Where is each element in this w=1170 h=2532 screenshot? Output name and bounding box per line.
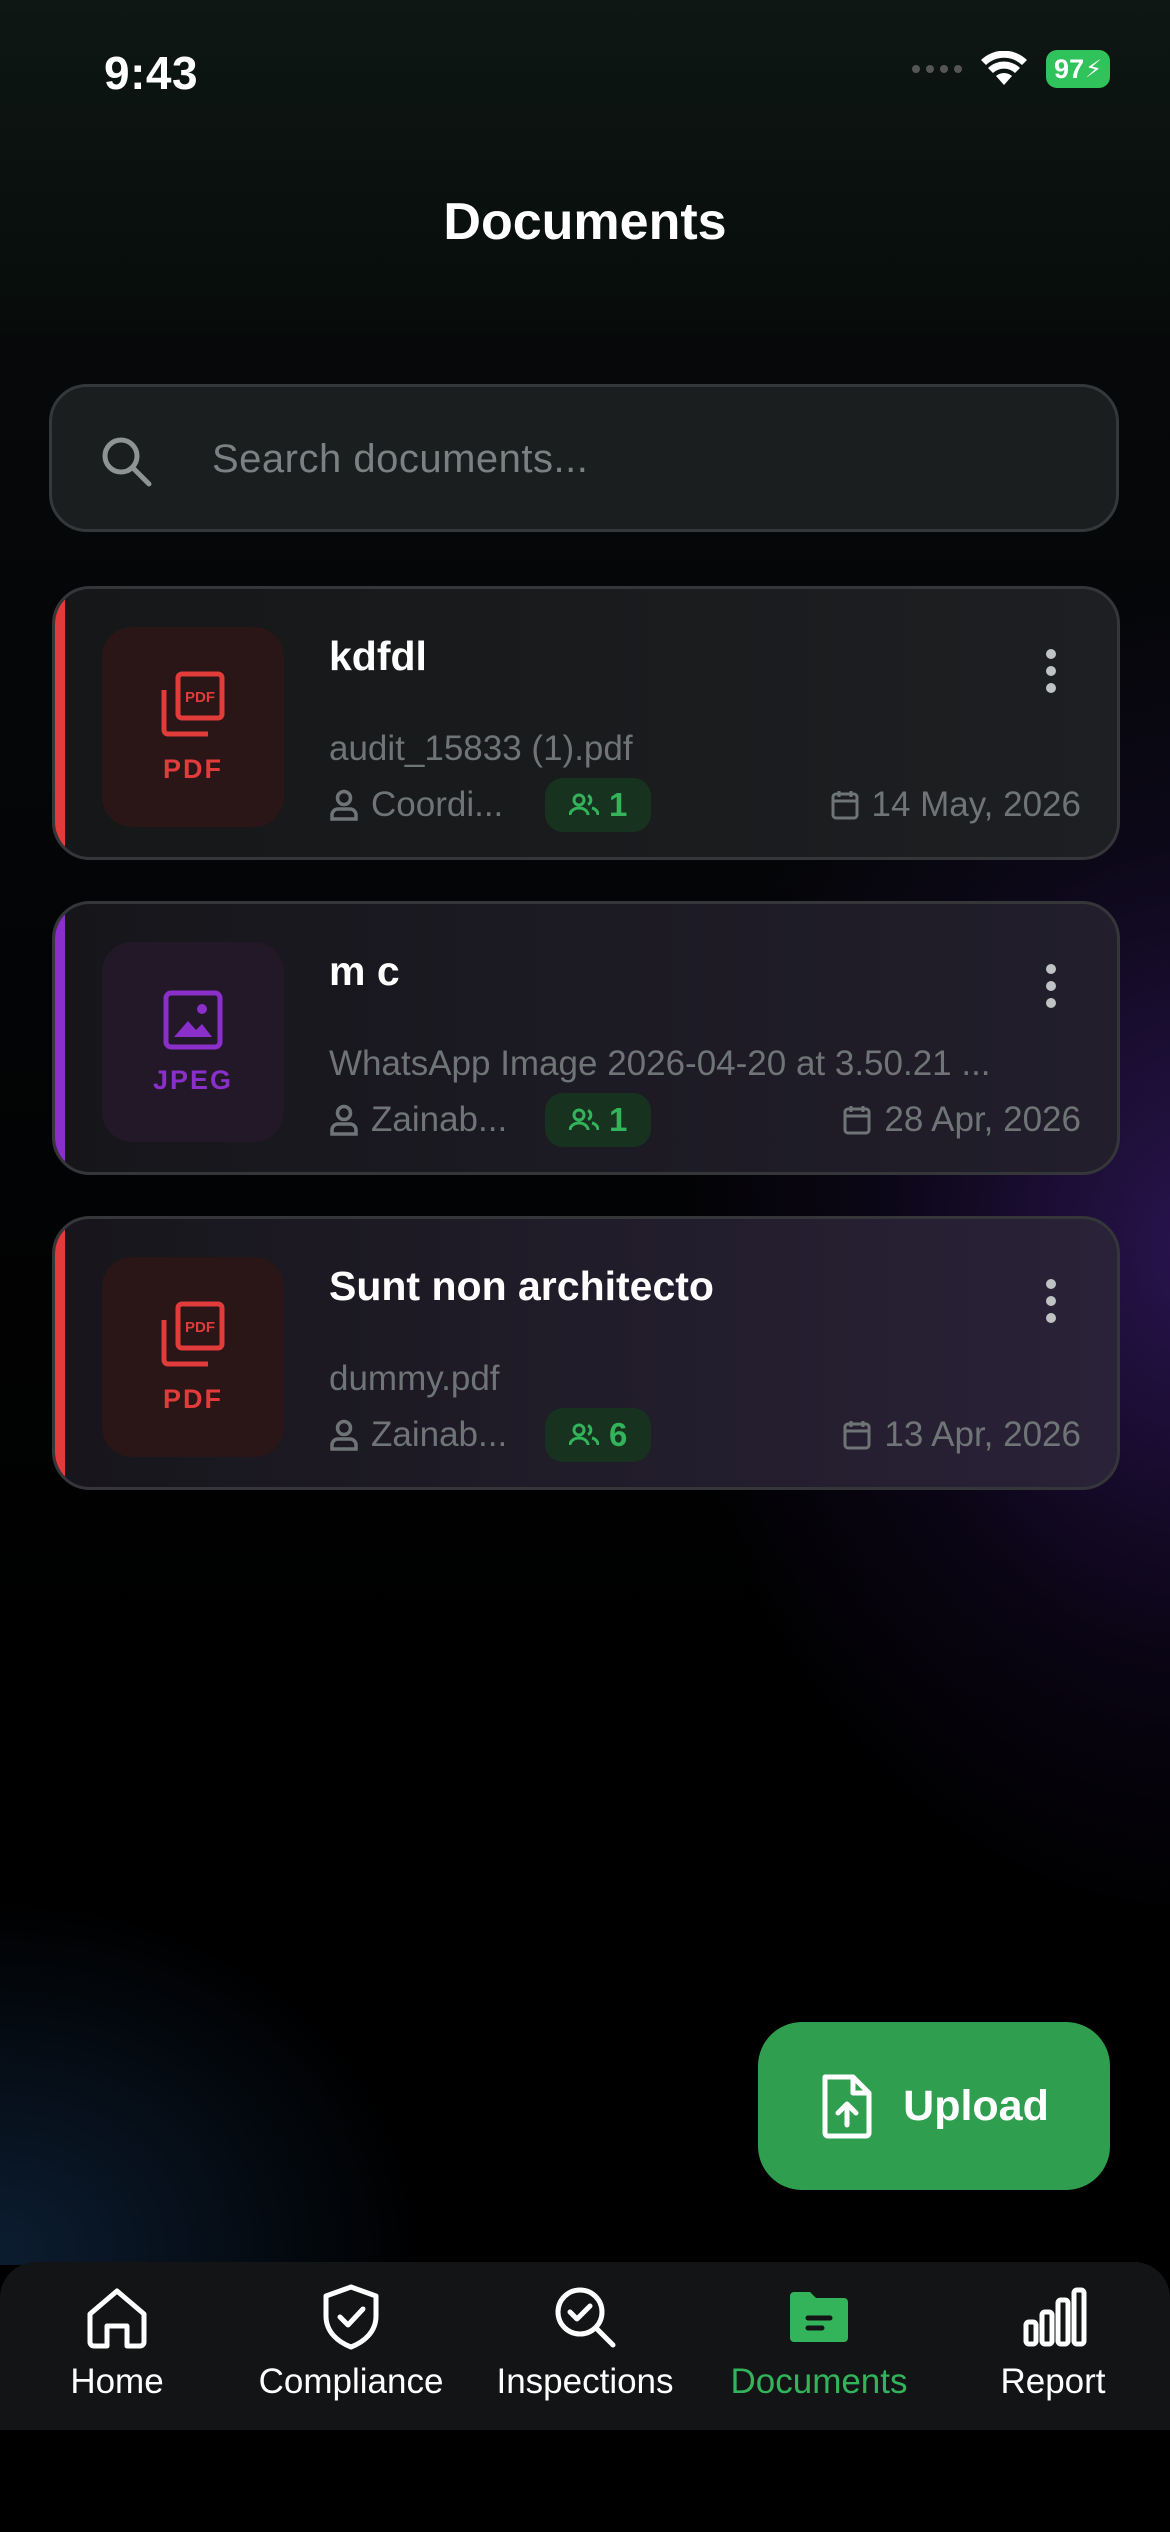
owner-name: Zainab... — [371, 1415, 508, 1454]
person-icon — [330, 789, 358, 821]
nav-item-report[interactable]: Report — [936, 2262, 1170, 2430]
pdf-icon: PDF — [161, 1301, 225, 1366]
document-title: m c — [329, 948, 400, 994]
person-icon — [330, 1419, 358, 1451]
image-icon — [163, 990, 223, 1049]
battery-level: 97 — [1054, 53, 1085, 84]
calendar-icon — [843, 1106, 871, 1135]
document-card[interactable]: PDF PDF kdfdl audit_15833 (1).pdf Coordi… — [52, 586, 1120, 860]
nav-label: Report — [1000, 2362, 1106, 2401]
file-type-label: PDF — [163, 1383, 223, 1414]
file-upload-icon — [822, 2074, 872, 2139]
file-thumbnail: PDF PDF — [102, 1257, 284, 1457]
document-meta: Coordi... 1 14 May, 2026 — [329, 777, 1081, 833]
shared-badge: 1 — [545, 1093, 652, 1147]
date: 13 Apr, 2026 — [842, 1415, 1081, 1455]
nav-label: Inspections — [496, 2362, 674, 2401]
nav-item-home[interactable]: Home — [0, 2262, 234, 2430]
card-accent — [55, 589, 65, 857]
calendar-icon — [831, 791, 858, 820]
shared-badge: 6 — [545, 1408, 652, 1462]
more-options-icon[interactable] — [1045, 964, 1057, 1008]
owner-name: Zainab... — [371, 1100, 508, 1139]
more-options-icon[interactable] — [1045, 649, 1057, 693]
nav-item-inspections[interactable]: Inspections — [468, 2262, 702, 2430]
shield-check-icon — [323, 2284, 379, 2350]
shared-count: 1 — [609, 786, 628, 823]
owner: Zainab... — [329, 1415, 545, 1455]
shared-count: 6 — [609, 1416, 628, 1453]
file-thumbnail: PDF PDF — [102, 627, 284, 827]
owner-name: Coordi... — [371, 785, 504, 824]
search-input[interactable] — [210, 387, 1094, 531]
nav-label: Compliance — [258, 2362, 444, 2401]
card-accent — [55, 1219, 65, 1487]
nav-label: Documents — [730, 2362, 908, 2401]
cellular-signal-icon — [912, 65, 962, 73]
file-type-label: JPEG — [152, 1064, 234, 1095]
svg-text:PDF: PDF — [185, 1319, 215, 1336]
document-title: Sunt non architecto — [329, 1263, 714, 1309]
document-card[interactable]: JPEG m c WhatsApp Image 2026-04-20 at 3.… — [52, 901, 1120, 1175]
search-bar[interactable] — [49, 384, 1119, 532]
home-icon — [87, 2288, 147, 2349]
users-icon — [569, 1423, 599, 1446]
document-meta: Zainab... 1 28 Apr, 2026 — [329, 1092, 1081, 1148]
shared-count: 1 — [609, 1101, 628, 1138]
document-date: 13 Apr, 2026 — [884, 1415, 1081, 1454]
shared-badge: 1 — [545, 778, 652, 832]
document-filename: dummy.pdf — [329, 1359, 500, 1398]
owner: Zainab... — [329, 1100, 545, 1140]
svg-text:PDF: PDF — [185, 689, 215, 706]
pdf-icon: PDF — [161, 671, 225, 736]
more-options-icon[interactable] — [1045, 1279, 1057, 1323]
nav-item-compliance[interactable]: Compliance — [234, 2262, 468, 2430]
document-title: kdfdl — [329, 633, 427, 679]
status-indicators: 97 ⚡ — [912, 50, 1110, 88]
card-accent — [55, 904, 65, 1172]
upload-label: Upload — [903, 2081, 1049, 2130]
search-check-icon — [555, 2287, 616, 2348]
search-icon — [102, 437, 152, 487]
folder-icon — [790, 2292, 848, 2342]
status-time: 9:43 — [104, 47, 199, 99]
users-icon — [569, 793, 599, 816]
users-icon — [569, 1108, 599, 1131]
calendar-icon — [843, 1421, 871, 1450]
document-filename: audit_15833 (1).pdf — [329, 729, 633, 768]
bottom-navigation: Home Compliance Inspections Documents Re… — [0, 2262, 1170, 2430]
wifi-icon — [981, 51, 1027, 85]
date: 28 Apr, 2026 — [842, 1100, 1081, 1140]
person-icon — [330, 1104, 358, 1136]
owner: Coordi... — [329, 785, 545, 825]
nav-label: Home — [70, 2362, 164, 2401]
document-card[interactable]: PDF PDF Sunt non architecto dummy.pdf Za… — [52, 1216, 1120, 1490]
date: 14 May, 2026 — [830, 785, 1082, 825]
document-date: 28 Apr, 2026 — [884, 1100, 1081, 1139]
page-title: Documents — [443, 193, 727, 251]
document-meta: Zainab... 6 13 Apr, 2026 — [329, 1407, 1081, 1463]
bar-chart-icon — [1023, 2287, 1087, 2347]
file-type-label: PDF — [163, 753, 223, 784]
document-date: 14 May, 2026 — [871, 785, 1082, 824]
upload-button[interactable]: Upload — [758, 2022, 1110, 2190]
document-filename: WhatsApp Image 2026-04-20 at 3.50.21 ... — [329, 1044, 991, 1083]
battery-icon: 97 ⚡ — [1046, 50, 1110, 88]
nav-item-documents[interactable]: Documents — [702, 2262, 936, 2430]
file-thumbnail: JPEG — [102, 942, 284, 1142]
